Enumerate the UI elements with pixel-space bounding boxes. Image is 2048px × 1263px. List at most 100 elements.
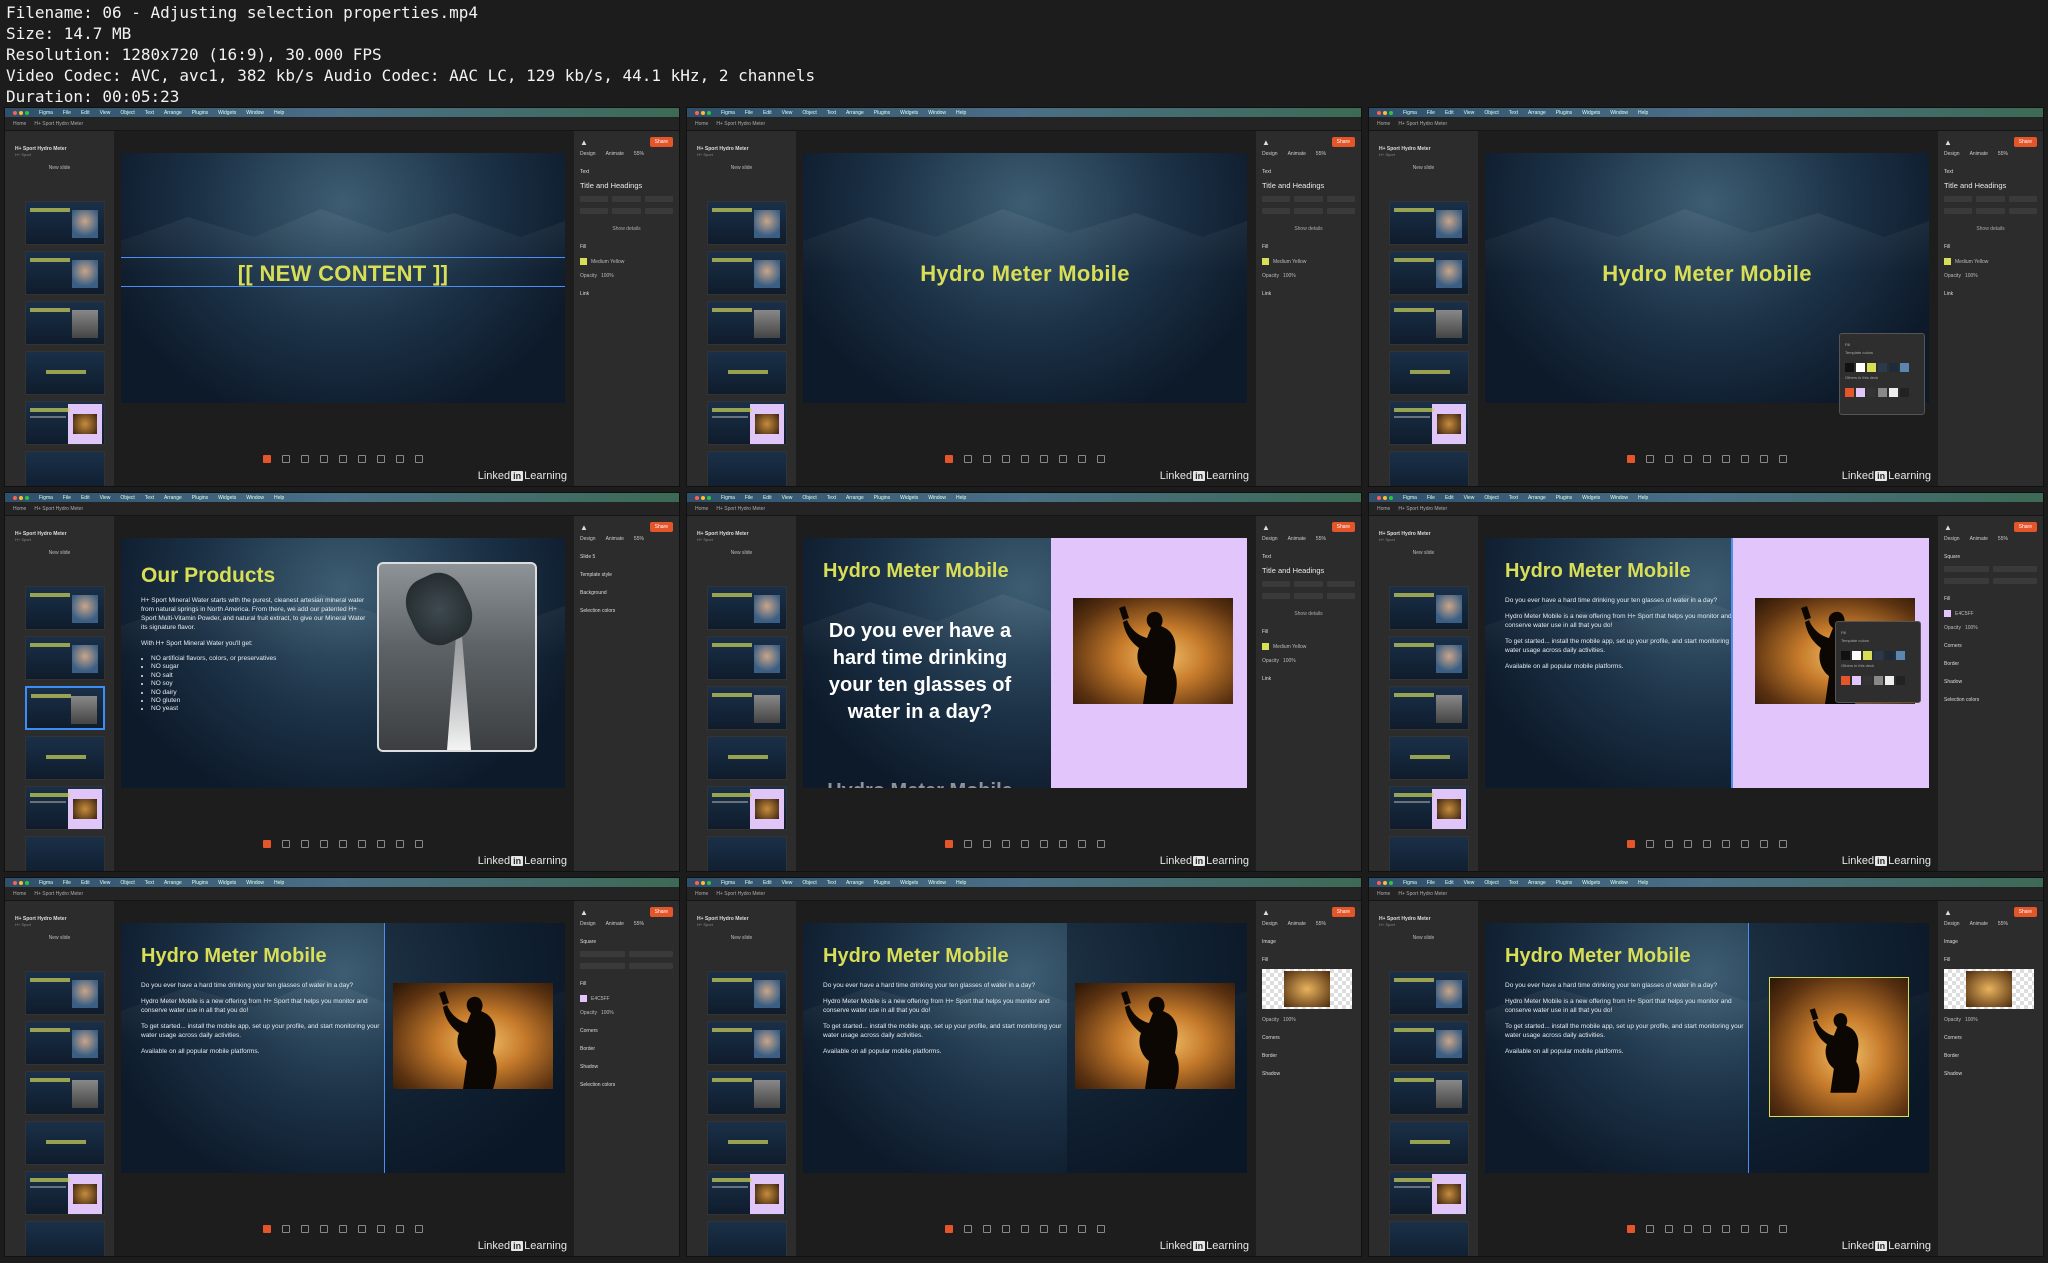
- slide-thumbnail[interactable]: 4: [1389, 736, 1469, 780]
- menu-item[interactable]: Plugins: [1556, 880, 1572, 886]
- text-tool-icon[interactable]: [964, 455, 972, 463]
- menu-item[interactable]: Widgets: [218, 880, 236, 886]
- comment-tool-icon[interactable]: [1741, 840, 1749, 848]
- opacity-row[interactable]: Opacity 100%: [1262, 273, 1355, 279]
- opacity-value[interactable]: 100%: [1965, 273, 1978, 279]
- fill-hex[interactable]: E4C5FF: [591, 996, 610, 1002]
- stamp-tool-icon[interactable]: [396, 840, 404, 848]
- hand-tool-icon[interactable]: [1779, 1225, 1787, 1233]
- zoom-level[interactable]: 55%: [1998, 536, 2008, 542]
- overflow-text[interactable]: Hydro Meter Mobile is a new offering fr: [825, 778, 1015, 788]
- stamp-tool-icon[interactable]: [396, 1225, 404, 1233]
- move-tool-icon[interactable]: [263, 455, 271, 463]
- slide-thumbnail[interactable]: 2: [25, 636, 105, 680]
- move-tool-icon[interactable]: [263, 840, 271, 848]
- slide-body-text[interactable]: Do you ever have a hard time drinking yo…: [823, 981, 1073, 1063]
- menu-item[interactable]: Widgets: [900, 880, 918, 886]
- silhouette-photo[interactable]: [1769, 977, 1909, 1117]
- home-tab[interactable]: Home: [1377, 121, 1390, 127]
- design-tab[interactable]: Design: [1262, 921, 1278, 927]
- menu-item[interactable]: Arrange: [846, 880, 864, 886]
- slide-thumbnail[interactable]: 6: [1389, 451, 1469, 486]
- menu-item[interactable]: Window: [1610, 110, 1628, 116]
- move-tool-icon[interactable]: [945, 1225, 953, 1233]
- menu-item[interactable]: Text: [827, 880, 836, 886]
- slide-title[interactable]: Hydro Meter Mobile: [823, 945, 1009, 968]
- canvas[interactable]: Hydro Meter Mobile Do you ever have a har…: [115, 901, 575, 1256]
- color-swatch[interactable]: [1863, 651, 1872, 660]
- component-tool-icon[interactable]: [1040, 1225, 1048, 1233]
- menu-item[interactable]: Widgets: [1582, 110, 1600, 116]
- menu-item[interactable]: Window: [1610, 495, 1628, 501]
- menu-item[interactable]: Text: [145, 110, 154, 116]
- component-tool-icon[interactable]: [358, 840, 366, 848]
- home-tab[interactable]: Home: [13, 121, 26, 127]
- slide-title[interactable]: Hydro Meter Mobile: [1505, 945, 1691, 968]
- menu-item[interactable]: Edit: [81, 880, 90, 886]
- color-swatch[interactable]: [1885, 676, 1894, 685]
- fill-swatch[interactable]: [1262, 643, 1269, 650]
- color-swatch[interactable]: [1878, 388, 1887, 397]
- slide-title[interactable]: Hydro Meter Mobile: [1505, 560, 1691, 583]
- component-tool-icon[interactable]: [1040, 455, 1048, 463]
- fill-row[interactable]: E4C5FF: [580, 995, 673, 1002]
- menu-item[interactable]: Arrange: [846, 110, 864, 116]
- canvas[interactable]: Hydro Meter Mobile Do you ever have a har…: [1479, 901, 1939, 1256]
- menu-item[interactable]: Widgets: [900, 110, 918, 116]
- file-tab[interactable]: H+ Sport Hydro Meter: [1398, 506, 1447, 512]
- menu-item[interactable]: Text: [1509, 110, 1518, 116]
- figma-logo-icon[interactable]: ▲: [580, 138, 588, 147]
- frame-tool-icon[interactable]: [1665, 840, 1673, 848]
- home-tab[interactable]: Home: [695, 121, 708, 127]
- zoom-level[interactable]: 55%: [634, 151, 644, 157]
- menu-item[interactable]: File: [1427, 110, 1435, 116]
- text-tool-icon[interactable]: [1646, 840, 1654, 848]
- slide-thumbnail[interactable]: 2: [25, 251, 105, 295]
- menu-item[interactable]: Figma: [39, 495, 53, 501]
- zoom-level[interactable]: 55%: [634, 536, 644, 542]
- share-button[interactable]: Share: [1331, 907, 1355, 917]
- shape-tool-icon[interactable]: [1684, 455, 1692, 463]
- opacity-row[interactable]: Opacity 100%: [1262, 658, 1355, 664]
- figma-logo-icon[interactable]: ▲: [580, 908, 588, 917]
- menu-item[interactable]: View: [782, 495, 793, 501]
- comment-tool-icon[interactable]: [377, 1225, 385, 1233]
- slide-thumbnail[interactable]: 6: [25, 451, 105, 486]
- new-slide-button[interactable]: New slide: [1369, 935, 1478, 941]
- zoom-level[interactable]: 55%: [1998, 921, 2008, 927]
- color-swatch[interactable]: [1874, 651, 1883, 660]
- image-frame-panel[interactable]: [384, 923, 565, 1173]
- menu-item[interactable]: Arrange: [1528, 110, 1546, 116]
- menu-item[interactable]: Text: [827, 110, 836, 116]
- animate-tab[interactable]: Animate: [606, 536, 624, 542]
- shape-tool-icon[interactable]: [1002, 840, 1010, 848]
- table-tool-icon[interactable]: [1021, 840, 1029, 848]
- menu-item[interactable]: Window: [246, 110, 264, 116]
- menu-item[interactable]: Figma: [721, 110, 735, 116]
- color-swatch[interactable]: [1845, 388, 1854, 397]
- move-tool-icon[interactable]: [1627, 840, 1635, 848]
- window-controls[interactable]: [695, 110, 711, 115]
- menu-item[interactable]: Plugins: [1556, 495, 1572, 501]
- hand-tool-icon[interactable]: [1097, 1225, 1105, 1233]
- zoom-level[interactable]: 55%: [1998, 151, 2008, 157]
- file-tab[interactable]: H+ Sport Hydro Meter: [716, 121, 765, 127]
- menu-item[interactable]: Arrange: [1528, 880, 1546, 886]
- frame-tool-icon[interactable]: [1665, 1225, 1673, 1233]
- slide-thumbnail[interactable]: 3: [25, 1071, 105, 1115]
- frame-tool-icon[interactable]: [983, 455, 991, 463]
- slide-thumbnail[interactable]: 1: [707, 586, 787, 630]
- pink-background-panel[interactable]: [1051, 538, 1247, 788]
- menu-item[interactable]: Window: [928, 110, 946, 116]
- menu-item[interactable]: Help: [956, 495, 966, 501]
- opacity-value[interactable]: 100%: [1283, 658, 1296, 664]
- menu-item[interactable]: Plugins: [874, 880, 890, 886]
- menu-item[interactable]: Window: [928, 880, 946, 886]
- comment-tool-icon[interactable]: [1741, 455, 1749, 463]
- menu-item[interactable]: Window: [928, 495, 946, 501]
- canvas[interactable]: Our Products H+ Sport Mineral Water start…: [115, 516, 575, 871]
- share-button[interactable]: Share: [649, 522, 673, 532]
- file-tab[interactable]: H+ Sport Hydro Meter: [1398, 891, 1447, 897]
- figma-logo-icon[interactable]: ▲: [1944, 908, 1952, 917]
- table-tool-icon[interactable]: [1021, 1225, 1029, 1233]
